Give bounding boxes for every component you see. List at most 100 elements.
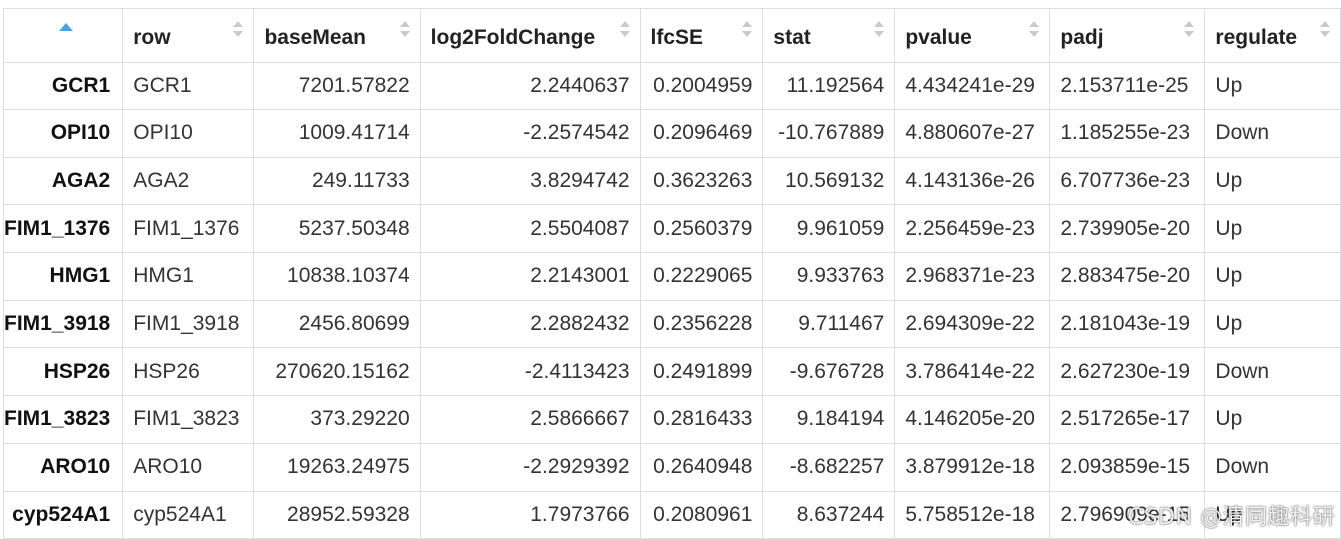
column-header-rownames[interactable] xyxy=(2,8,124,63)
table-body: GCR1 GCR1 7201.57822 2.2440637 0.2004959 11.1… xyxy=(2,62,1341,539)
cell-basemean: 10838.10374 xyxy=(253,252,421,301)
cell-lfcse: 0.2080961 xyxy=(639,490,764,539)
table-row-name: OPI10 xyxy=(2,109,124,158)
cell-basemean: 1009.41714 xyxy=(253,109,421,158)
column-header-pvalue[interactable]: pvalue xyxy=(894,8,1051,63)
cell-pvalue: 4.434241e-29 xyxy=(894,62,1051,110)
cell-padj: 6.707736e-23 xyxy=(1049,156,1206,206)
cell-regulate: Up xyxy=(1204,299,1341,349)
cell-stat: 9.961059 xyxy=(762,204,896,254)
table-row: FIM1_3823 FIM1_3823 373.29220 2.5866667 0.28… xyxy=(2,395,1341,444)
cell-basemean: 19263.24975 xyxy=(253,442,421,492)
column-header-padj[interactable]: padj xyxy=(1049,8,1206,63)
cell-stat: 9.184194 xyxy=(762,395,896,444)
sort-both-icon[interactable] xyxy=(874,21,885,41)
cell-basemean: 249.11733 xyxy=(253,156,421,206)
cell-padj: 1.185255e-23 xyxy=(1049,109,1206,158)
sort-both-icon[interactable] xyxy=(619,21,630,41)
cell-lfcse: 0.2816433 xyxy=(639,395,764,444)
cell-pvalue: 4.146205e-20 xyxy=(894,395,1051,444)
cell-log2foldchange: 1.7973766 xyxy=(419,490,641,539)
cell-stat: 10.569132 xyxy=(762,156,896,206)
cell-row: GCR1 xyxy=(122,62,255,110)
cell-basemean: 270620.15162 xyxy=(253,347,421,397)
cell-stat: -10.767889 xyxy=(762,109,896,158)
column-header-regulate[interactable]: regulate xyxy=(1204,8,1341,63)
cell-pvalue: 3.786414e-22 xyxy=(894,347,1051,397)
cell-padj: 2.153711e-25 xyxy=(1049,62,1206,110)
cell-log2foldchange: 2.2440637 xyxy=(419,62,641,110)
column-header-row[interactable]: row xyxy=(122,8,255,63)
cell-row: AGA2 xyxy=(122,156,255,206)
sort-both-icon[interactable] xyxy=(399,21,410,41)
cell-row: OPI10 xyxy=(122,109,255,158)
cell-lfcse: 0.2560379 xyxy=(639,204,764,254)
cell-padj: 2.093859e-15 xyxy=(1049,442,1206,492)
cell-log2foldchange: -2.2574542 xyxy=(419,109,641,158)
cell-regulate: Down xyxy=(1204,109,1341,158)
cell-stat: 9.933763 xyxy=(762,252,896,301)
cell-log2foldchange: 2.5504087 xyxy=(419,204,641,254)
cell-lfcse: 0.2229065 xyxy=(639,252,764,301)
cell-log2foldchange: -2.4113423 xyxy=(419,347,641,397)
cell-padj: 2.883475e-20 xyxy=(1049,252,1206,301)
cell-regulate: Up xyxy=(1204,156,1341,206)
cell-lfcse: 0.2491899 xyxy=(639,347,764,397)
sort-both-icon[interactable] xyxy=(742,21,753,41)
cell-regulate: Down xyxy=(1204,442,1341,492)
header-row: row baseMean log2FoldChange lfcSE stat p… xyxy=(2,8,1341,63)
cell-regulate: Up xyxy=(1204,62,1341,110)
table-row-name: GCR1 xyxy=(2,62,124,110)
cell-stat: 11.192564 xyxy=(762,62,896,110)
cell-row: FIM1_3823 xyxy=(122,395,255,444)
table-row-name: HSP26 xyxy=(2,347,124,397)
cell-regulate: Up xyxy=(1204,395,1341,444)
column-header-lfcse[interactable]: lfcSE xyxy=(639,8,764,63)
cell-stat: 9.711467 xyxy=(762,299,896,349)
table-row: FIM1_1376 FIM1_1376 5237.50348 2.5504087 0.2… xyxy=(2,204,1341,254)
sort-both-icon[interactable] xyxy=(1184,21,1195,41)
cell-row: HSP26 xyxy=(122,347,255,397)
cell-stat: -9.676728 xyxy=(762,347,896,397)
cell-regulate: Up xyxy=(1204,204,1341,254)
table-row: FIM1_3918 FIM1_3918 2456.80699 2.2882432 0.2… xyxy=(2,299,1341,349)
sort-ascending-icon xyxy=(59,23,73,31)
sort-both-icon[interactable] xyxy=(1029,21,1040,41)
cell-basemean: 7201.57822 xyxy=(253,62,421,110)
sort-both-icon[interactable] xyxy=(1320,21,1330,41)
cell-regulate: Down xyxy=(1204,347,1341,397)
data-viewer: row baseMean log2FoldChange lfcSE stat p… xyxy=(0,0,1341,539)
cell-basemean: 5237.50348 xyxy=(253,204,421,254)
table-row: AGA2 AGA2 249.11733 3.8294742 0.3623263 10.56… xyxy=(2,156,1341,206)
table-row: GCR1 GCR1 7201.57822 2.2440637 0.2004959 11.1… xyxy=(2,62,1341,110)
cell-log2foldchange: -2.2929392 xyxy=(419,442,641,492)
cell-pvalue: 2.694309e-22 xyxy=(894,299,1051,349)
sort-both-icon[interactable] xyxy=(233,21,244,41)
table-row: HMG1 HMG1 10838.10374 2.2143001 0.2229065 9.9… xyxy=(2,252,1341,301)
column-header-stat[interactable]: stat xyxy=(762,8,896,63)
cell-basemean: 373.29220 xyxy=(253,395,421,444)
cell-row: HMG1 xyxy=(122,252,255,301)
cell-lfcse: 0.3623263 xyxy=(639,156,764,206)
cell-regulate: Up xyxy=(1204,252,1341,301)
column-header-basemean[interactable]: baseMean xyxy=(253,8,421,63)
table-row-name: AGA2 xyxy=(2,156,124,206)
cell-log2foldchange: 2.2882432 xyxy=(419,299,641,349)
cell-row: cyp524A1 xyxy=(122,490,255,539)
cell-log2foldchange: 3.8294742 xyxy=(419,156,641,206)
table-row: OPI10 OPI10 1009.41714 -2.2574542 0.2096469-… xyxy=(2,109,1341,158)
data-table: row baseMean log2FoldChange lfcSE stat p… xyxy=(2,8,1341,539)
cell-row: FIM1_3918 xyxy=(122,299,255,349)
cell-pvalue: 4.880607e-27 xyxy=(894,109,1051,158)
table-row-name: cyp524A1 xyxy=(2,490,124,539)
cell-pvalue: 2.256459e-23 xyxy=(894,204,1051,254)
cell-row: FIM1_1376 xyxy=(122,204,255,254)
cell-log2foldchange: 2.2143001 xyxy=(419,252,641,301)
table-row-name: FIM1_1376 xyxy=(2,204,124,254)
cell-stat: 8.637244 xyxy=(762,490,896,539)
column-header-log2foldchange[interactable]: log2FoldChange xyxy=(419,8,641,63)
cell-row: ARO10 xyxy=(122,442,255,492)
table-row: ARO10 ARO10 19263.24975 -2.2929392 0.2640948… xyxy=(2,442,1341,492)
cell-lfcse: 0.2096469 xyxy=(639,109,764,158)
cell-stat: -8.682257 xyxy=(762,442,896,492)
